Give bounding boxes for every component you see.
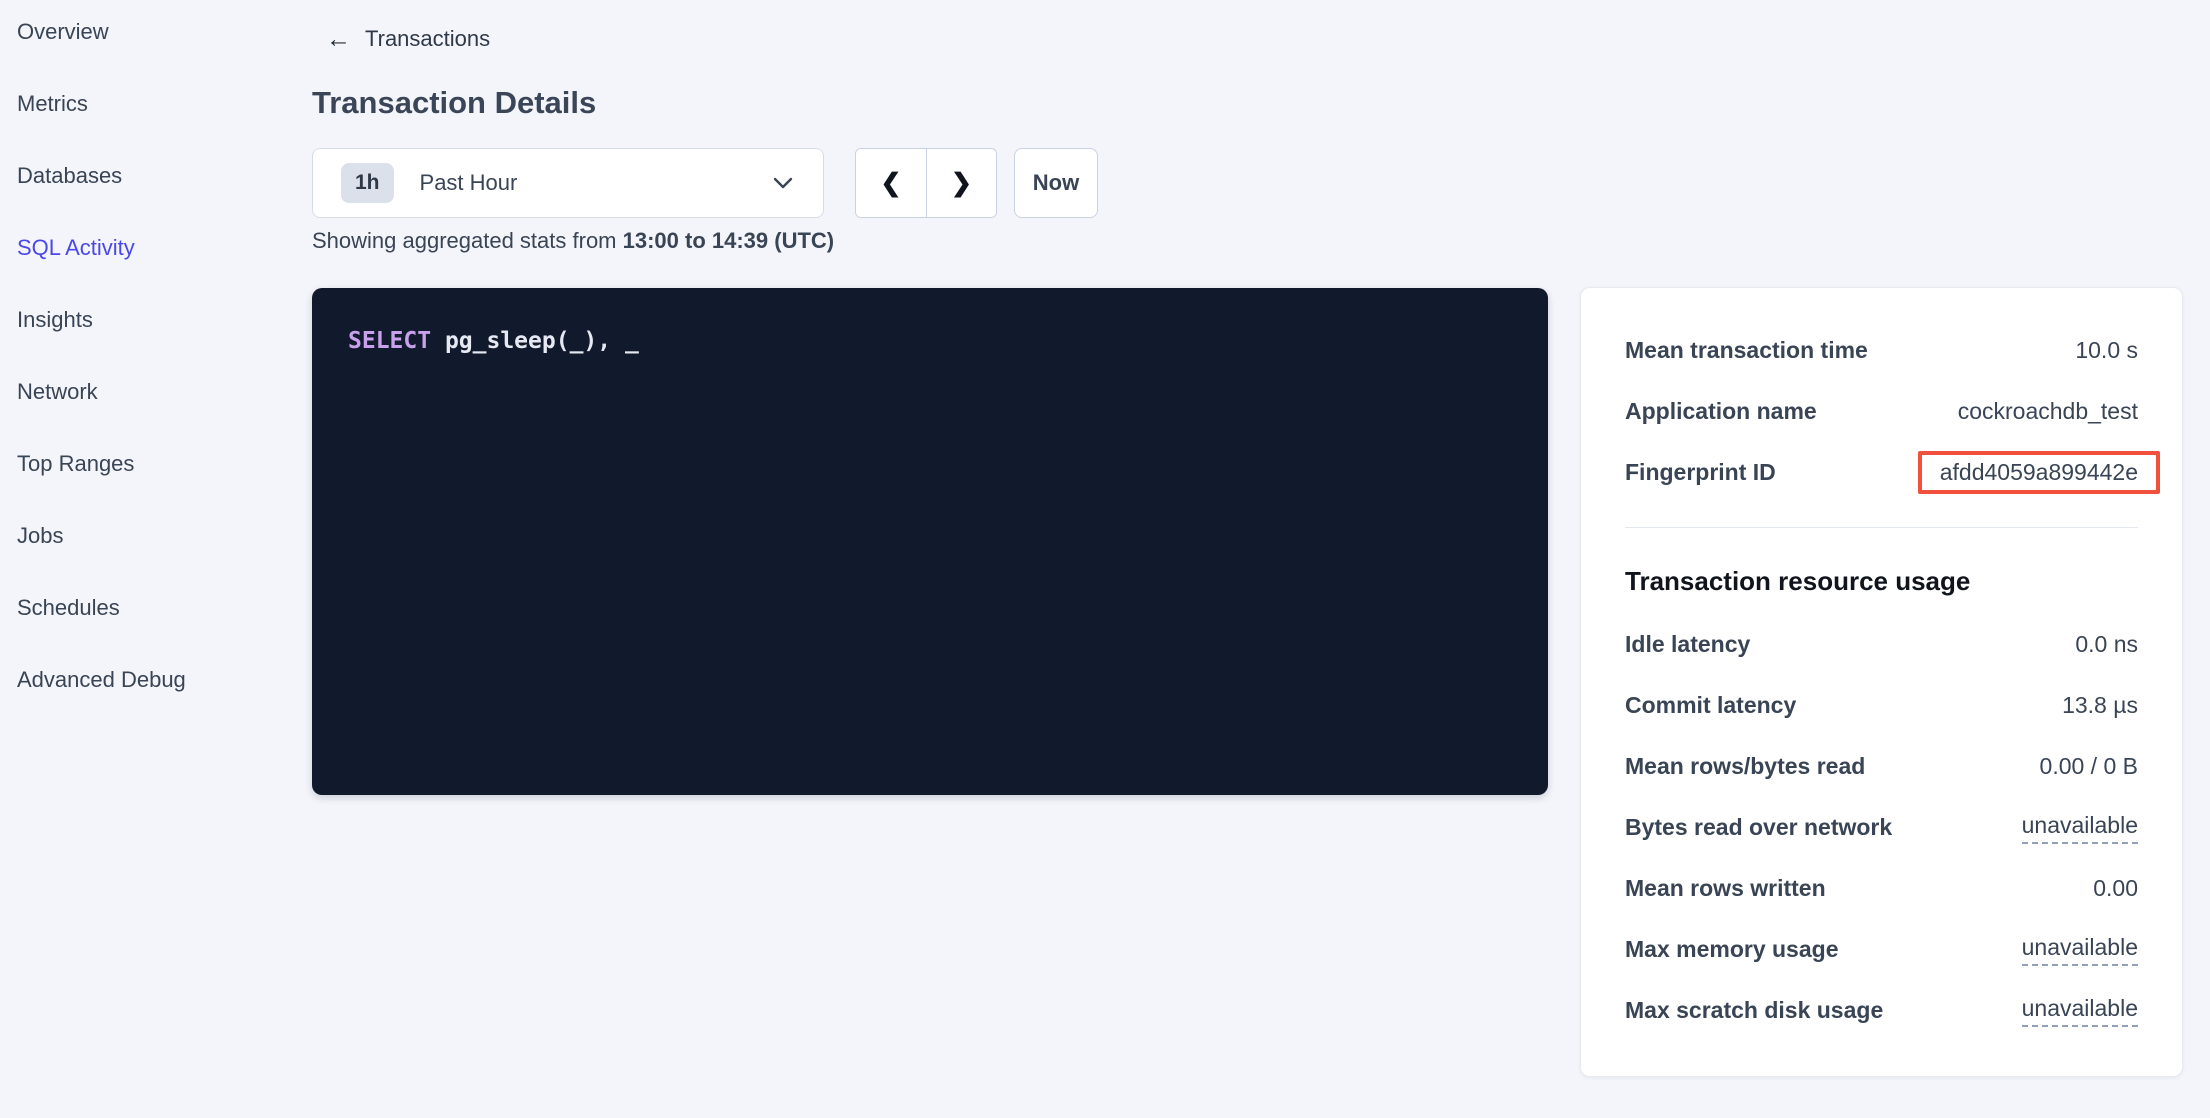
chevron-left-icon: ❮ [881, 168, 902, 198]
time-controls: 1h Past Hour ❮ ❯ Now [312, 148, 1098, 218]
fingerprint-id-value: afdd4059a899442e [1918, 451, 2160, 494]
aggregated-stats-text: Showing aggregated stats from 13:00 to 1… [312, 228, 834, 254]
sidebar-nav: OverviewMetricsDatabasesSQL ActivityInsi… [0, 0, 300, 716]
sidebar-item-metrics[interactable]: Metrics [0, 68, 300, 140]
stats-prefix: Showing aggregated stats from [312, 228, 623, 253]
panel-divider [1625, 527, 2138, 528]
detail-row: Idle latency 0.0 ns [1625, 614, 2138, 675]
now-button[interactable]: Now [1014, 148, 1098, 218]
detail-row: Max scratch disk usage unavailable [1625, 980, 2138, 1041]
sidebar-item-network[interactable]: Network [0, 356, 300, 428]
time-range-selected: Past Hour [420, 170, 773, 196]
detail-row-label: Mean transaction time [1625, 337, 1868, 364]
detail-row: Mean rows/bytes read 0.00 / 0 B [1625, 736, 2138, 797]
time-step-buttons: ❮ ❯ [855, 148, 997, 218]
detail-row-value[interactable]: unavailable [2022, 995, 2138, 1027]
chevron-down-icon [773, 177, 793, 189]
detail-row-value[interactable]: unavailable [2022, 812, 2138, 844]
sql-keyword: SELECT [348, 328, 431, 354]
transaction-details-panel: Mean transaction time 10.0 s Application n… [1580, 287, 2183, 1077]
detail-row: Commit latency 13.8 µs [1625, 675, 2138, 736]
detail-row: Application name cockroachdb_test [1625, 381, 2138, 442]
detail-row-label: Mean rows/bytes read [1625, 753, 1865, 780]
stats-range: 13:00 to 14:39 (UTC) [623, 228, 835, 253]
resource-usage-heading: Transaction resource usage [1625, 566, 2138, 597]
sql-statement-text: SELECT pg_sleep(_), _ [348, 328, 1512, 354]
sql-statement-box: SELECT pg_sleep(_), _ [312, 288, 1548, 795]
detail-row: Max memory usage unavailable [1625, 919, 2138, 980]
sql-rest: pg_sleep(_), _ [431, 328, 639, 354]
time-range-select[interactable]: 1h Past Hour [312, 148, 824, 218]
main-content: ← Transactions Transaction Details 1h Pa… [312, 0, 2210, 1118]
detail-row: Mean rows written 0.00 [1625, 858, 2138, 919]
detail-row-label: Mean rows written [1625, 875, 1826, 902]
sidebar-item-sql-activity[interactable]: SQL Activity [0, 212, 300, 284]
detail-row-value: 13.8 µs [2062, 692, 2138, 719]
detail-row: Mean transaction time 10.0 s [1625, 320, 2138, 381]
detail-row-label: Commit latency [1625, 692, 1796, 719]
chevron-right-icon: ❯ [951, 168, 972, 198]
sidebar-item-insights[interactable]: Insights [0, 284, 300, 356]
detail-row-value: 10.0 s [2075, 337, 2138, 364]
summary-rows: Mean transaction time 10.0 s Application n… [1625, 320, 2138, 503]
sidebar-item-advanced-debug[interactable]: Advanced Debug [0, 644, 300, 716]
detail-row-label: Max scratch disk usage [1625, 997, 1883, 1024]
sidebar-item-schedules[interactable]: Schedules [0, 572, 300, 644]
back-arrow-icon: ← [326, 27, 351, 52]
detail-row-value: 0.0 ns [2075, 631, 2138, 658]
time-range-badge: 1h [341, 163, 394, 203]
detail-row-value: 0.00 [2093, 875, 2138, 902]
detail-row-value: 0.00 / 0 B [2040, 753, 2138, 780]
detail-row-value: cockroachdb_test [1958, 398, 2138, 425]
detail-row-label: Application name [1625, 398, 1817, 425]
detail-row-label: Fingerprint ID [1625, 459, 1776, 486]
detail-row-label: Idle latency [1625, 631, 1750, 658]
sidebar-item-top-ranges[interactable]: Top Ranges [0, 428, 300, 500]
breadcrumb-label: Transactions [365, 26, 490, 52]
resource-rows: Idle latency 0.0 ns Commit latency 13.8 µs M… [1625, 614, 2138, 1041]
sidebar-item-overview[interactable]: Overview [0, 0, 300, 68]
detail-row: Fingerprint IDafdd4059a899442e [1625, 442, 2138, 503]
next-range-button[interactable]: ❯ [926, 149, 996, 217]
sidebar-item-databases[interactable]: Databases [0, 140, 300, 212]
page-title: Transaction Details [312, 85, 596, 121]
breadcrumb-back-transactions[interactable]: ← Transactions [326, 26, 490, 52]
detail-row-value[interactable]: unavailable [2022, 934, 2138, 966]
sidebar-item-jobs[interactable]: Jobs [0, 500, 300, 572]
detail-row-label: Max memory usage [1625, 936, 1838, 963]
detail-row: Bytes read over network unavailable [1625, 797, 2138, 858]
detail-row-label: Bytes read over network [1625, 814, 1892, 841]
previous-range-button[interactable]: ❮ [856, 149, 926, 217]
